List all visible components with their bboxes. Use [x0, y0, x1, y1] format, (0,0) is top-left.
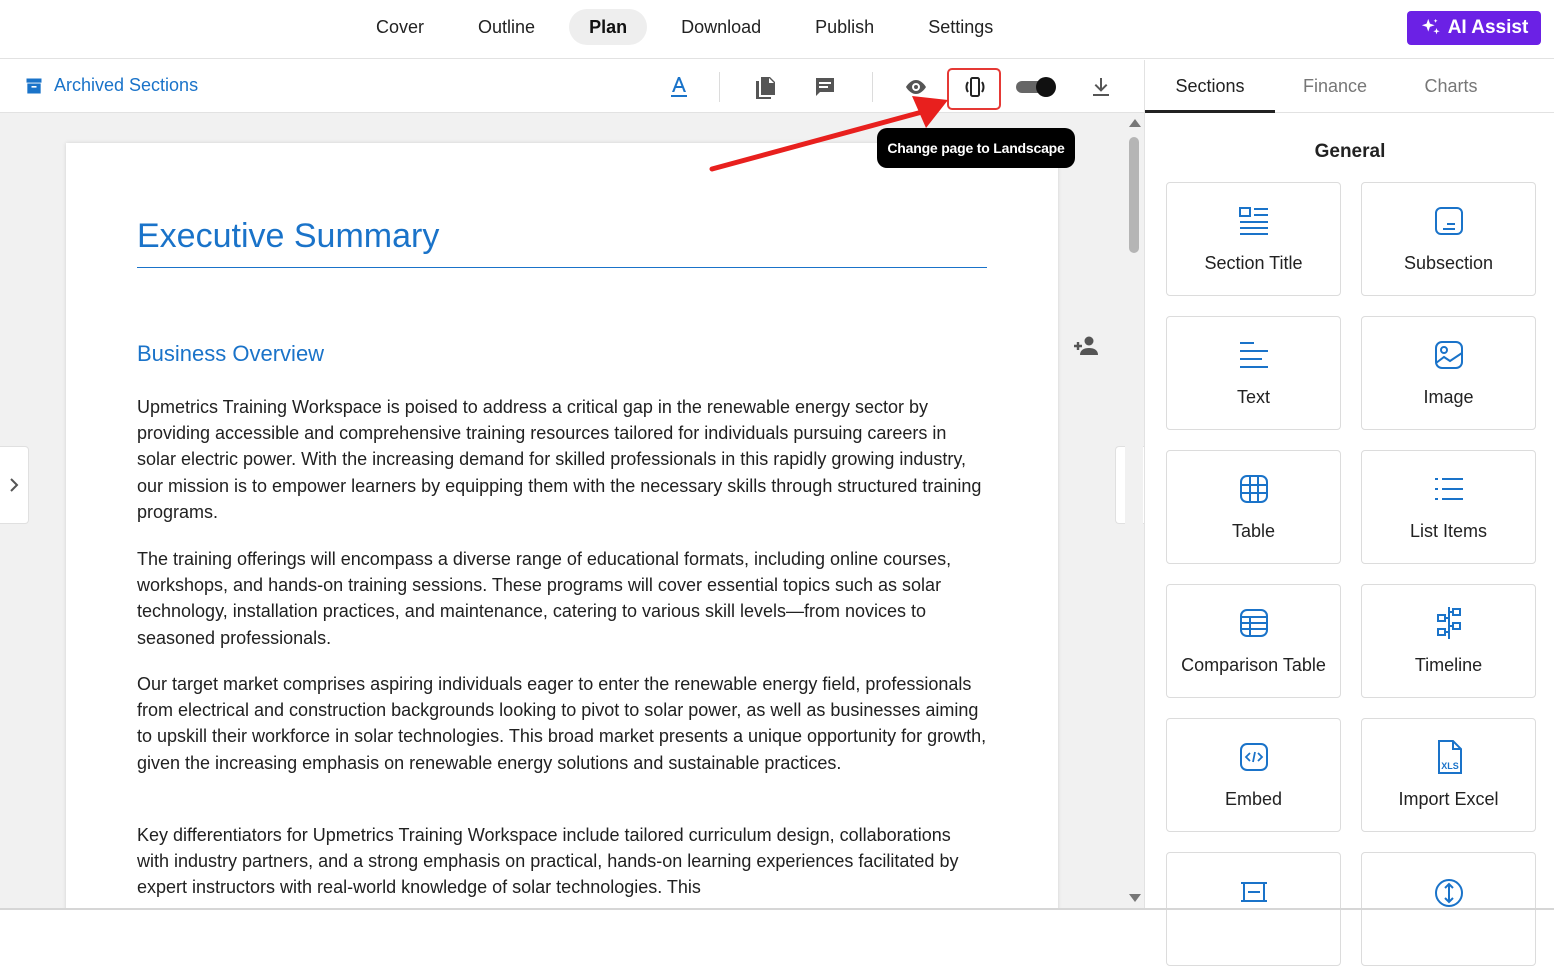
group-title: General — [1314, 141, 1386, 162]
nav-tabs: Cover Outline Plan Download Publish Sett… — [356, 9, 1027, 45]
view-toggle-switch[interactable] — [1016, 77, 1056, 97]
nav-tab-plan[interactable]: Plan — [569, 9, 648, 45]
card-label: List Items — [1409, 521, 1488, 541]
comment-icon — [816, 78, 834, 96]
scroll-thumb[interactable] — [1129, 137, 1139, 253]
vertical-space-icon — [1435, 879, 1463, 907]
document-page: Executive Summary Business Overview Upme… — [66, 143, 1058, 908]
editor-toolbar: Archived Sections — [0, 60, 1144, 113]
toolbar-divider — [872, 72, 873, 102]
card-label: Image — [1423, 387, 1474, 407]
card-label: Section Title — [1204, 253, 1303, 273]
list-icon — [1435, 478, 1463, 500]
comment-button[interactable] — [810, 72, 840, 102]
pages-button[interactable] — [750, 72, 780, 102]
ai-assist-label: AI Assist — [1447, 17, 1529, 38]
card-text[interactable]: Text — [1166, 316, 1341, 430]
comparison-table-icon — [1240, 609, 1268, 637]
table-icon — [1240, 475, 1268, 503]
chevron-right-icon — [10, 478, 19, 492]
add-collaborator-icon[interactable] — [1074, 335, 1100, 357]
card-image[interactable]: Image — [1361, 316, 1536, 430]
timeline-icon — [1437, 607, 1461, 639]
subsection-title[interactable]: Business Overview — [137, 341, 324, 367]
text-style-button[interactable] — [664, 72, 694, 102]
card-embed[interactable]: Embed — [1166, 718, 1341, 832]
nav-tab-outline[interactable]: Outline — [458, 9, 555, 45]
tooltip: Change page to Landscape — [877, 128, 1075, 168]
page-orientation-button[interactable] — [960, 72, 990, 102]
card-label: Text — [1236, 387, 1270, 407]
embed-icon — [1240, 743, 1268, 771]
card-table[interactable]: Table — [1166, 450, 1341, 564]
card-label: Timeline — [1414, 655, 1483, 675]
image-icon — [1435, 341, 1463, 369]
eye-icon — [906, 80, 926, 94]
nav-tab-publish[interactable]: Publish — [795, 9, 894, 45]
sparkle-icon — [1421, 18, 1440, 35]
right-panel: Sections Finance Charts General Section … — [1144, 60, 1554, 966]
expand-left-panel-button[interactable] — [0, 446, 29, 524]
download-icon — [1093, 78, 1109, 96]
archived-sections-link[interactable]: Archived Sections — [24, 75, 198, 96]
toolbar-divider — [719, 72, 720, 102]
card-label: Import Excel — [1398, 789, 1499, 809]
archive-icon — [26, 78, 42, 93]
card-import-excel[interactable]: XLS Import Excel — [1361, 718, 1536, 832]
top-navigation: Cover Outline Plan Download Publish Sett… — [0, 0, 1554, 59]
card-comparison-table[interactable]: Comparison Table — [1166, 584, 1341, 698]
panel-tabs: Sections Finance Charts — [1145, 60, 1554, 113]
screen-rotation-icon — [965, 77, 985, 97]
subsection-icon — [1435, 207, 1463, 235]
toggle-knob — [1036, 77, 1056, 97]
scroll-down-arrow[interactable] — [1129, 894, 1141, 902]
card-label: Embed — [1224, 789, 1283, 809]
svg-text:XLS: XLS — [1441, 761, 1459, 771]
card-label: Table — [1231, 521, 1276, 541]
download-button[interactable] — [1086, 72, 1116, 102]
section-title-icon — [1239, 207, 1268, 235]
archived-sections-label: Archived Sections — [54, 75, 199, 95]
card-label: Subsection — [1403, 253, 1494, 273]
nav-tab-cover[interactable]: Cover — [356, 9, 444, 45]
nav-tab-download[interactable]: Download — [661, 9, 781, 45]
card-subsection[interactable]: Subsection — [1361, 182, 1536, 296]
active-tab-indicator — [1145, 110, 1275, 113]
card-section-title[interactable]: Section Title — [1166, 182, 1341, 296]
preview-button[interactable] — [901, 72, 931, 102]
spacer-icon — [1241, 882, 1267, 902]
card-timeline[interactable]: Timeline — [1361, 584, 1536, 698]
tab-charts[interactable]: Charts — [1395, 60, 1507, 113]
card-label: Comparison Table — [1181, 655, 1326, 675]
scroll-up-arrow[interactable] — [1129, 119, 1141, 127]
document-canvas: Executive Summary Business Overview Upme… — [0, 113, 1144, 908]
paragraph[interactable]: Key differentiators for Upmetrics Traini… — [137, 822, 987, 901]
vertical-scrollbar[interactable] — [1125, 113, 1143, 908]
title-underline — [137, 267, 987, 268]
excel-icon: XLS — [1438, 740, 1462, 774]
text-style-icon — [671, 77, 687, 97]
card-list-items[interactable]: List Items — [1361, 450, 1536, 564]
paragraph[interactable]: The training offerings will encompass a … — [137, 546, 987, 651]
ai-assist-button[interactable]: AI Assist — [1407, 11, 1541, 45]
paragraph[interactable]: Our target market comprises aspiring ind… — [137, 671, 987, 776]
tab-finance[interactable]: Finance — [1275, 60, 1395, 113]
section-title[interactable]: Executive Summary — [137, 217, 439, 256]
paragraph[interactable]: Upmetrics Training Workspace is poised t… — [137, 394, 987, 525]
text-icon — [1240, 342, 1268, 368]
pages-icon — [756, 77, 775, 99]
tab-sections[interactable]: Sections — [1145, 60, 1275, 113]
nav-tab-settings[interactable]: Settings — [908, 9, 1013, 45]
